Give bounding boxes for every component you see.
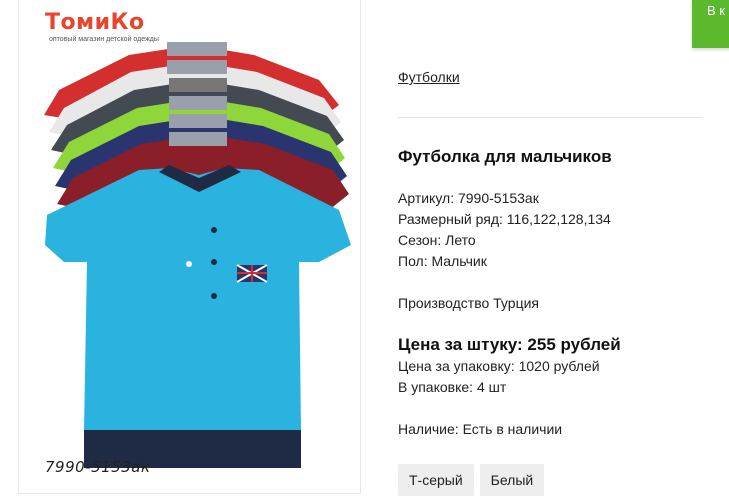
divider — [398, 117, 702, 118]
product-image-panel[interactable]: ТомиКо оптовый магазин детской одежды 79… — [18, 0, 361, 494]
price-per-unit: Цена за штуку: 255 рублей — [398, 335, 621, 354]
color-options: Т-серый Белый — [398, 464, 545, 496]
product-gender: Пол: Мальчик — [398, 253, 487, 269]
product-origin: Производство Турция — [398, 295, 539, 311]
color-option-t-grey[interactable]: Т-серый — [398, 464, 474, 496]
availability-status: Наличие: Есть в наличии — [398, 421, 563, 437]
brand-logo[interactable]: ТомиКо оптовый магазин детской одежды — [45, 10, 165, 43]
add-to-cart-button[interactable]: В к — [692, 0, 729, 48]
logo-wordmark: ТомиКо — [45, 10, 145, 35]
logo-tagline: оптовый магазин детской одежды — [49, 36, 159, 43]
product-season: Сезон: Лето — [398, 232, 476, 248]
product-title: Футболка для мальчиков — [398, 147, 612, 166]
front-shirt — [45, 165, 351, 468]
product-sizes: Размерный ряд: 116,122,128,134 — [398, 211, 611, 227]
photo-sku-caption: 7990-5153ак — [45, 458, 151, 476]
price-per-pack: Цена за упаковку: 1020 рублей — [398, 358, 600, 374]
product-photo[interactable] — [19, 0, 361, 494]
product-article: Артикул: 7990-5153ак — [398, 190, 539, 206]
color-option-white[interactable]: Белый — [479, 464, 545, 496]
breadcrumb-category-link[interactable]: Футболки — [398, 69, 460, 85]
pack-quantity: В упаковке: 4 шт — [398, 379, 507, 395]
